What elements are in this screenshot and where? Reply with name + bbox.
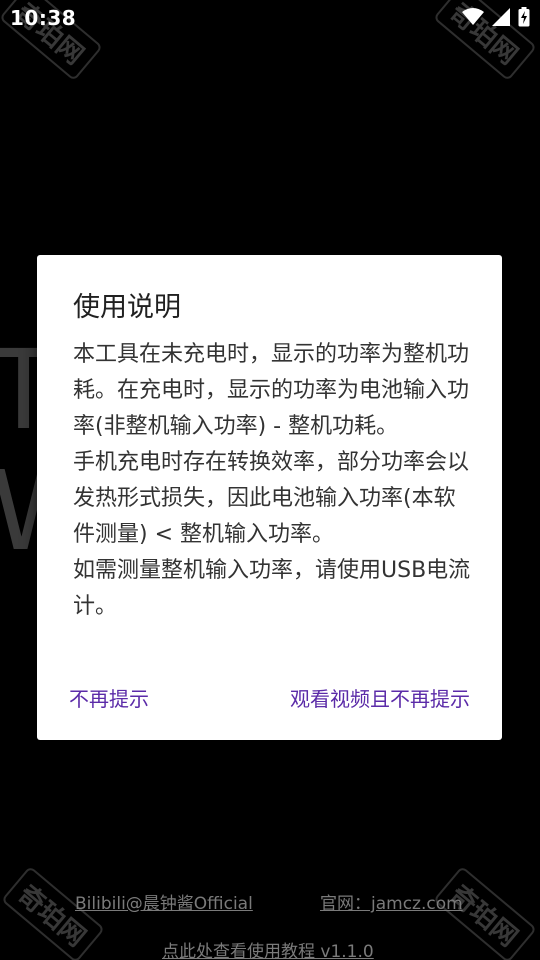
dialog-actions: 不再提示 观看视频且不再提示 [37, 683, 502, 717]
bilibili-link[interactable]: Bilibili@晨钟酱Official [75, 889, 253, 914]
usage-instructions-dialog: 使用说明 本工具在未充电时，显示的功率为整机功耗。在充电时，显示的功率为电池输入… [37, 255, 502, 740]
dialog-paragraph: 本工具在未充电时，显示的功率为整机功耗。在充电时，显示的功率为电池输入功率(非整… [73, 342, 470, 439]
dont-show-again-button[interactable]: 不再提示 [69, 683, 149, 712]
dialog-body: 本工具在未充电时，显示的功率为整机功耗。在充电时，显示的功率为电池输入功率(非整… [73, 337, 473, 625]
dialog-title: 使用说明 [73, 292, 181, 323]
battery-charging-icon [518, 7, 530, 27]
dialog-paragraph: 手机充电时存在转换效率，部分功率会以发热形式损失，因此电池输入功率(本软件测量)… [73, 450, 470, 547]
tutorial-link[interactable]: 点此处查看使用教程 v1.1.0 [162, 937, 374, 960]
app-screen: 10:38 奇珀网 奇珀网 奇珀网 奇珀网 T W 使用说明 本工具在未充电时，… [0, 0, 540, 960]
watch-video-dont-show-again-button[interactable]: 观看视频且不再提示 [290, 683, 470, 712]
dialog-paragraph: 如需测量整机输入功率，请使用USB电流计。 [73, 558, 471, 619]
official-site-link[interactable]: 官网：jamcz.com [320, 889, 463, 914]
